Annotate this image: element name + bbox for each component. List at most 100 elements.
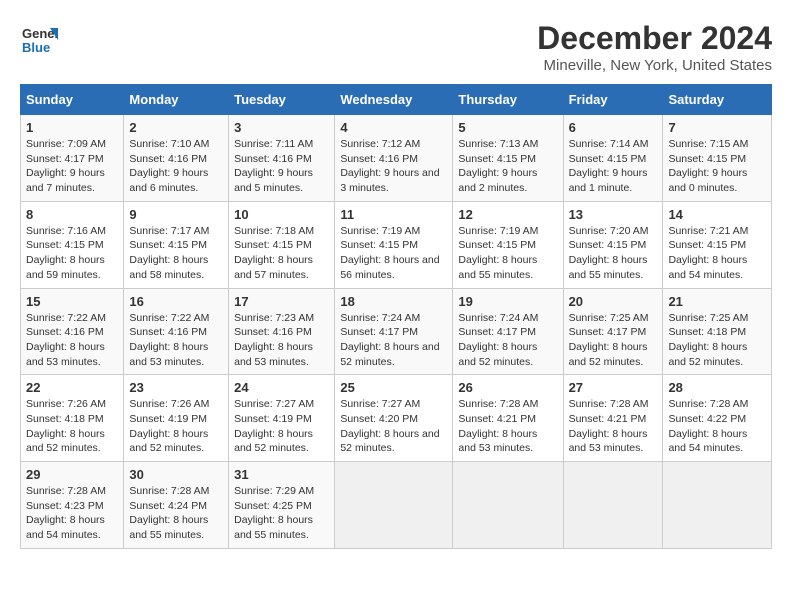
day-details: Sunrise: 7:09 AMSunset: 4:17 PMDaylight:… (26, 137, 118, 196)
calendar-cell: 4 Sunrise: 7:12 AMSunset: 4:16 PMDaylight… (335, 115, 453, 202)
calendar-cell: 30 Sunrise: 7:28 AMSunset: 4:24 PMDayligh… (124, 462, 229, 549)
day-number: 6 (569, 120, 658, 135)
day-number: 26 (458, 380, 557, 395)
calendar-cell: 21 Sunrise: 7:25 AMSunset: 4:18 PMDayligh… (663, 288, 772, 375)
day-number: 3 (234, 120, 329, 135)
header-saturday: Saturday (663, 85, 772, 115)
day-number: 11 (340, 207, 447, 222)
calendar-week-row: 22 Sunrise: 7:26 AMSunset: 4:18 PMDayligh… (21, 375, 772, 462)
day-details: Sunrise: 7:27 AMSunset: 4:19 PMDaylight:… (234, 397, 329, 456)
day-number: 17 (234, 294, 329, 309)
day-details: Sunrise: 7:28 AMSunset: 4:22 PMDaylight:… (668, 397, 766, 456)
day-number: 21 (668, 294, 766, 309)
day-details: Sunrise: 7:21 AMSunset: 4:15 PMDaylight:… (668, 224, 766, 283)
day-details: Sunrise: 7:17 AMSunset: 4:15 PMDaylight:… (129, 224, 223, 283)
calendar-cell: 27 Sunrise: 7:28 AMSunset: 4:21 PMDayligh… (563, 375, 663, 462)
day-number: 31 (234, 467, 329, 482)
day-details: Sunrise: 7:12 AMSunset: 4:16 PMDaylight:… (340, 137, 447, 196)
calendar-cell: 25 Sunrise: 7:27 AMSunset: 4:20 PMDayligh… (335, 375, 453, 462)
day-number: 1 (26, 120, 118, 135)
calendar-cell: 8 Sunrise: 7:16 AMSunset: 4:15 PMDaylight… (21, 201, 124, 288)
page-subtitle: Mineville, New York, United States (537, 57, 772, 74)
day-details: Sunrise: 7:27 AMSunset: 4:20 PMDaylight:… (340, 397, 447, 456)
day-details: Sunrise: 7:28 AMSunset: 4:21 PMDaylight:… (569, 397, 658, 456)
calendar-cell: 11 Sunrise: 7:19 AMSunset: 4:15 PMDayligh… (335, 201, 453, 288)
calendar-week-row: 15 Sunrise: 7:22 AMSunset: 4:16 PMDayligh… (21, 288, 772, 375)
header-wednesday: Wednesday (335, 85, 453, 115)
day-details: Sunrise: 7:22 AMSunset: 4:16 PMDaylight:… (129, 311, 223, 370)
day-details: Sunrise: 7:29 AMSunset: 4:25 PMDaylight:… (234, 484, 329, 543)
day-details: Sunrise: 7:13 AMSunset: 4:15 PMDaylight:… (458, 137, 557, 196)
day-details: Sunrise: 7:16 AMSunset: 4:15 PMDaylight:… (26, 224, 118, 283)
header-monday: Monday (124, 85, 229, 115)
day-number: 25 (340, 380, 447, 395)
calendar-cell: 22 Sunrise: 7:26 AMSunset: 4:18 PMDayligh… (21, 375, 124, 462)
day-details: Sunrise: 7:19 AMSunset: 4:15 PMDaylight:… (340, 224, 447, 283)
svg-text:Blue: Blue (22, 40, 50, 55)
day-details: Sunrise: 7:26 AMSunset: 4:18 PMDaylight:… (26, 397, 118, 456)
calendar-cell (563, 462, 663, 549)
day-details: Sunrise: 7:23 AMSunset: 4:16 PMDaylight:… (234, 311, 329, 370)
day-details: Sunrise: 7:28 AMSunset: 4:23 PMDaylight:… (26, 484, 118, 543)
day-number: 24 (234, 380, 329, 395)
calendar-cell: 9 Sunrise: 7:17 AMSunset: 4:15 PMDaylight… (124, 201, 229, 288)
day-details: Sunrise: 7:18 AMSunset: 4:15 PMDaylight:… (234, 224, 329, 283)
day-number: 27 (569, 380, 658, 395)
calendar-cell: 5Sunrise: 7:13 AMSunset: 4:15 PMDaylight… (453, 115, 563, 202)
calendar-cell (335, 462, 453, 549)
calendar-week-row: 8 Sunrise: 7:16 AMSunset: 4:15 PMDaylight… (21, 201, 772, 288)
calendar-cell: 1 Sunrise: 7:09 AMSunset: 4:17 PMDaylight… (21, 115, 124, 202)
day-number: 18 (340, 294, 447, 309)
calendar-cell: 17 Sunrise: 7:23 AMSunset: 4:16 PMDayligh… (229, 288, 335, 375)
day-details: Sunrise: 7:25 AMSunset: 4:17 PMDaylight:… (569, 311, 658, 370)
calendar-cell: 16Sunrise: 7:22 AMSunset: 4:16 PMDayligh… (124, 288, 229, 375)
calendar-cell: 31 Sunrise: 7:29 AMSunset: 4:25 PMDayligh… (229, 462, 335, 549)
calendar-cell: 18 Sunrise: 7:24 AMSunset: 4:17 PMDayligh… (335, 288, 453, 375)
calendar-cell: 24 Sunrise: 7:27 AMSunset: 4:19 PMDayligh… (229, 375, 335, 462)
day-details: Sunrise: 7:28 AMSunset: 4:21 PMDaylight:… (458, 397, 557, 456)
calendar-cell (663, 462, 772, 549)
header: General Blue December 2024 Mineville, Ne… (20, 20, 772, 74)
day-number: 9 (129, 207, 223, 222)
day-number: 30 (129, 467, 223, 482)
day-details: Sunrise: 7:25 AMSunset: 4:18 PMDaylight:… (668, 311, 766, 370)
day-number: 2 (129, 120, 223, 135)
calendar-table: SundayMondayTuesdayWednesdayThursdayFrid… (20, 84, 772, 549)
day-details: Sunrise: 7:24 AMSunset: 4:17 PMDaylight:… (458, 311, 557, 370)
day-number: 22 (26, 380, 118, 395)
day-details: Sunrise: 7:24 AMSunset: 4:17 PMDaylight:… (340, 311, 447, 370)
day-details: Sunrise: 7:28 AMSunset: 4:24 PMDaylight:… (129, 484, 223, 543)
day-details: Sunrise: 7:20 AMSunset: 4:15 PMDaylight:… (569, 224, 658, 283)
day-number: 4 (340, 120, 447, 135)
day-number: 10 (234, 207, 329, 222)
day-details: Sunrise: 7:22 AMSunset: 4:16 PMDaylight:… (26, 311, 118, 370)
day-details: Sunrise: 7:26 AMSunset: 4:19 PMDaylight:… (129, 397, 223, 456)
header-friday: Friday (563, 85, 663, 115)
calendar-cell: 2 Sunrise: 7:10 AMSunset: 4:16 PMDaylight… (124, 115, 229, 202)
calendar-cell: 3 Sunrise: 7:11 AMSunset: 4:16 PMDaylight… (229, 115, 335, 202)
day-number: 14 (668, 207, 766, 222)
calendar-cell: 19Sunrise: 7:24 AMSunset: 4:17 PMDayligh… (453, 288, 563, 375)
day-details: Sunrise: 7:11 AMSunset: 4:16 PMDaylight:… (234, 137, 329, 196)
calendar-cell: 15 Sunrise: 7:22 AMSunset: 4:16 PMDayligh… (21, 288, 124, 375)
day-details: Sunrise: 7:14 AMSunset: 4:15 PMDaylight:… (569, 137, 658, 196)
day-number: 23 (129, 380, 223, 395)
logo-icon: General Blue (20, 20, 58, 58)
header-sunday: Sunday (21, 85, 124, 115)
calendar-cell: 28 Sunrise: 7:28 AMSunset: 4:22 PMDayligh… (663, 375, 772, 462)
day-number: 8 (26, 207, 118, 222)
page-title: December 2024 (537, 20, 772, 57)
calendar-cell: 20 Sunrise: 7:25 AMSunset: 4:17 PMDayligh… (563, 288, 663, 375)
calendar-week-row: 1 Sunrise: 7:09 AMSunset: 4:17 PMDaylight… (21, 115, 772, 202)
calendar-week-row: 29Sunrise: 7:28 AMSunset: 4:23 PMDayligh… (21, 462, 772, 549)
logo: General Blue (20, 20, 58, 58)
day-number: 15 (26, 294, 118, 309)
calendar-cell: 10 Sunrise: 7:18 AMSunset: 4:15 PMDayligh… (229, 201, 335, 288)
day-number: 28 (668, 380, 766, 395)
day-number: 20 (569, 294, 658, 309)
title-area: December 2024 Mineville, New York, Unite… (537, 20, 772, 74)
day-details: Sunrise: 7:10 AMSunset: 4:16 PMDaylight:… (129, 137, 223, 196)
calendar-cell: 7Sunrise: 7:15 AMSunset: 4:15 PMDaylight… (663, 115, 772, 202)
calendar-cell: 23 Sunrise: 7:26 AMSunset: 4:19 PMDayligh… (124, 375, 229, 462)
calendar-cell: 6 Sunrise: 7:14 AMSunset: 4:15 PMDaylight… (563, 115, 663, 202)
